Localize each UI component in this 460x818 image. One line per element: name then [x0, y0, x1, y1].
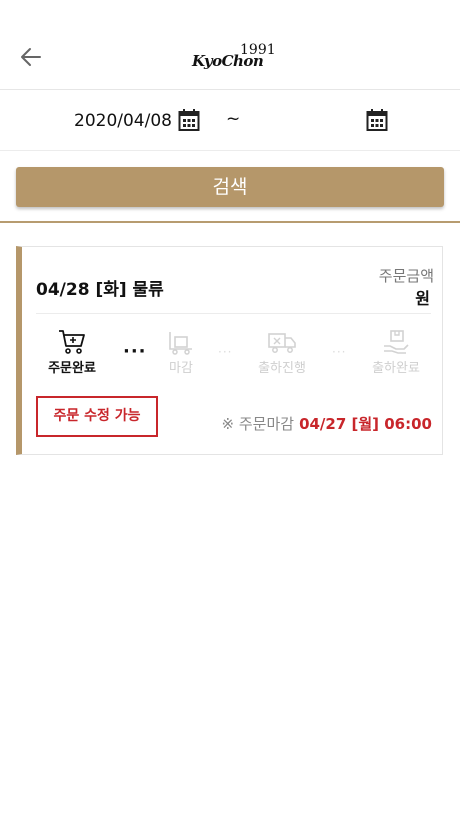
step-shipped: 출하완료	[361, 329, 431, 376]
progress-dots: ···	[123, 341, 147, 362]
truck-icon	[247, 329, 317, 355]
amount-unit: 원	[415, 289, 430, 308]
progress-dots: ···	[218, 345, 233, 359]
amount-label: 주문금액	[378, 267, 434, 285]
date-separator: ~	[226, 109, 241, 129]
app-header: KyoChon 1991	[0, 0, 460, 90]
order-deadline: ※ 주문마감 04/27 [월] 06:00	[222, 413, 432, 434]
step-label: 주문완료	[48, 361, 96, 376]
calendar-icon[interactable]	[178, 108, 200, 132]
logo-mark: 1991	[240, 42, 276, 58]
order-card[interactable]: 04/28 [화] 물류 주문금액 원 주문완료 ··· 마감 ··· 출하진행…	[16, 246, 443, 455]
step-label: 마감	[169, 361, 193, 376]
card-divider	[36, 313, 431, 314]
start-date-field[interactable]: 2020/04/08	[74, 111, 172, 131]
modify-order-button[interactable]: 주문 수정 가능	[36, 396, 158, 437]
step-label: 출하완료	[372, 361, 420, 376]
date-range-row: 2020/04/08 ~	[0, 91, 460, 151]
step-order-complete: 주문완료	[37, 329, 107, 376]
step-deadline: 마감	[146, 329, 216, 376]
deadline-value: 04/27 [월] 06:00	[299, 415, 432, 433]
search-button[interactable]: 검색	[16, 167, 444, 207]
progress-dots: ···	[332, 345, 347, 359]
arrow-left-icon[interactable]	[18, 44, 44, 70]
kyochon-logo: KyoChon 1991	[188, 42, 276, 78]
order-title: 04/28 [화] 물류	[36, 280, 164, 300]
section-divider	[0, 221, 460, 223]
step-label: 출하진행	[258, 361, 306, 376]
calendar-icon[interactable]	[366, 108, 388, 132]
step-shipping: 출하진행	[247, 329, 317, 376]
hand-box-icon	[361, 329, 431, 355]
box-cart-icon	[146, 329, 216, 355]
deadline-label: ※ 주문마감	[221, 415, 295, 433]
cart-icon	[37, 329, 107, 355]
